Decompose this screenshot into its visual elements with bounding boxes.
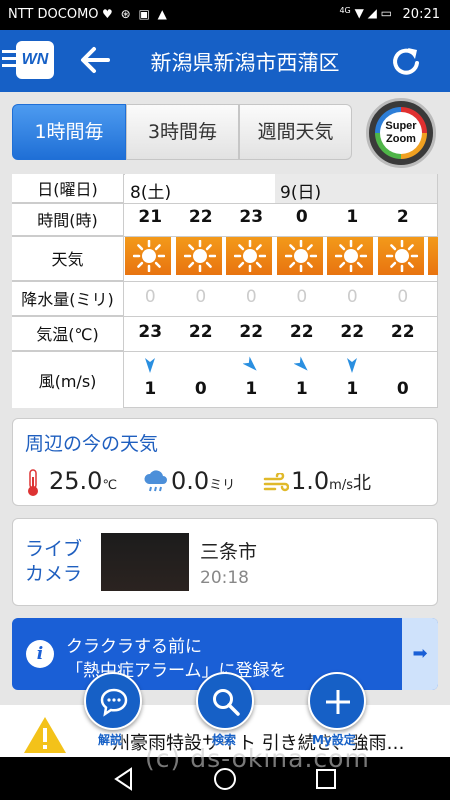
- tab-hourly[interactable]: 1時間毎: [12, 104, 126, 160]
- watermark: (c) ds-okina.com: [145, 744, 370, 773]
- camera-thumbnail[interactable]: [101, 533, 189, 591]
- wind-cell: 1: [346, 379, 359, 399]
- temp-cell: 22: [239, 322, 264, 342]
- chat-bubble-icon: [100, 688, 128, 717]
- current-temp: 25.0: [49, 467, 103, 495]
- current-temp-unit: ℃: [102, 478, 118, 493]
- clock: 20:21: [402, 7, 440, 22]
- precip-cell: 0: [397, 287, 409, 307]
- row-label-date: 日(曜日): [12, 174, 124, 203]
- row-label-weather: 天気: [12, 236, 124, 281]
- wind-cell: 0: [194, 379, 207, 399]
- tab-weekly[interactable]: 週間天気: [239, 104, 352, 160]
- app-header: WN 新潟県新潟市西蒲区: [0, 30, 450, 92]
- wind-direction-arrow-icon: [344, 356, 360, 374]
- temp-cell: 22: [188, 322, 213, 342]
- precip-cell: 0: [346, 287, 358, 307]
- camera-city: 三条市: [200, 541, 258, 563]
- camera-time: 20:18: [200, 568, 249, 588]
- current-weather-card[interactable]: 周辺の今の天気 25.0℃ 0.0ミリ 1.0m/s北: [12, 418, 438, 506]
- thermometer-icon: [28, 469, 38, 496]
- super-zoom-button[interactable]: Super Zoom: [366, 98, 436, 168]
- wind-cell: 1: [144, 379, 157, 399]
- current-wind-unit: m/s: [329, 478, 353, 493]
- warning-icon: [24, 717, 66, 753]
- hour-cell: 1: [346, 207, 359, 227]
- live-camera-card[interactable]: ライブカメラ 三条市 20:18: [12, 518, 438, 606]
- banner-line1: クラクラする前に: [66, 637, 202, 657]
- status-bar: NTT DOCOMO ♥ ⊛ ▣ ▲ 4G ▼ ◢ ▭ 20:21: [0, 0, 450, 30]
- search-icon: [213, 689, 240, 716]
- my-settings-button[interactable]: [308, 672, 366, 730]
- sun-icon: [125, 237, 173, 275]
- page-title: 新潟県新潟市西蒲区: [150, 51, 340, 75]
- precip-cell: 0: [296, 287, 308, 307]
- wind-direction-arrow-icon: [242, 356, 259, 374]
- current-rain-unit: ミリ: [209, 478, 236, 493]
- super-zoom-label: Super Zoom: [380, 112, 422, 154]
- hour-cell: 22: [188, 207, 213, 227]
- precip-cell: 0: [245, 287, 257, 307]
- rain-cloud-icon: [144, 470, 167, 492]
- current-rain: 0.0: [171, 467, 210, 495]
- back-arrow-icon[interactable]: [78, 44, 112, 80]
- temp-cell: 23: [138, 322, 163, 342]
- commentary-button[interactable]: [84, 672, 142, 730]
- arrow-right-icon[interactable]: ➡: [402, 618, 438, 690]
- current-wind-dir: 北: [353, 473, 371, 494]
- wind-cell: 1: [295, 379, 308, 399]
- network-type-label: 4G: [339, 6, 351, 15]
- sun-icon: [175, 237, 224, 275]
- temp-cell: 22: [340, 322, 365, 342]
- precip-cell: 0: [195, 287, 207, 307]
- wind-icon: [263, 473, 289, 492]
- sun-row-overflow: [428, 237, 438, 275]
- wind-direction-arrow-icon: [142, 356, 158, 374]
- sun-icon: [226, 237, 274, 275]
- carrier-name: NTT DOCOMO: [8, 7, 99, 22]
- sun-icon: [276, 237, 325, 275]
- hour-cell: 2: [396, 207, 409, 227]
- plus-icon: [326, 690, 350, 714]
- hour-cell: 23: [239, 207, 264, 227]
- current-wind: 1.0: [291, 467, 330, 495]
- wind-cell: 1: [245, 379, 258, 399]
- current-weather-title: 周辺の今の天気: [25, 433, 159, 455]
- search-button[interactable]: [196, 672, 254, 730]
- sun-icon: [377, 237, 426, 275]
- sun-icon: [327, 237, 375, 275]
- menu-icon[interactable]: [2, 50, 16, 71]
- commentary-label: 解説: [98, 733, 123, 747]
- temp-cell: 22: [390, 322, 415, 342]
- nav-back-icon[interactable]: [113, 767, 135, 791]
- temp-cell: 22: [289, 322, 314, 342]
- tab-3-hourly[interactable]: 3時間毎: [126, 104, 239, 160]
- date-label: 9(日): [280, 183, 322, 203]
- hour-cell: 21: [138, 207, 163, 227]
- precip-cell: 0: [144, 287, 156, 307]
- signal-battery-icons: 4G ▼ ◢ ▭: [339, 6, 392, 20]
- forecast-grid: 日(曜日) 時間(時) 天気 降水量(ミリ) 気温(℃) 風(m/s) 8(土)…: [12, 174, 438, 408]
- row-label-temp: 気温(℃): [12, 316, 124, 351]
- refresh-icon[interactable]: [388, 44, 422, 82]
- wind-cell: 0: [396, 379, 409, 399]
- notification-icons: ♥ ⊛ ▣ ▲: [102, 7, 169, 21]
- wind-direction-arrow-icon: [293, 356, 310, 374]
- info-icon: i: [26, 640, 54, 668]
- row-label-wind: 風(m/s): [12, 351, 124, 408]
- row-label-precip: 降水量(ミリ): [12, 281, 124, 316]
- row-label-hour: 時間(時): [12, 203, 124, 236]
- hour-cell: 0: [295, 207, 308, 227]
- app-logo[interactable]: WN: [16, 41, 54, 79]
- live-camera-label: ライブカメラ: [25, 538, 83, 585]
- date-label: 8(土): [130, 183, 172, 203]
